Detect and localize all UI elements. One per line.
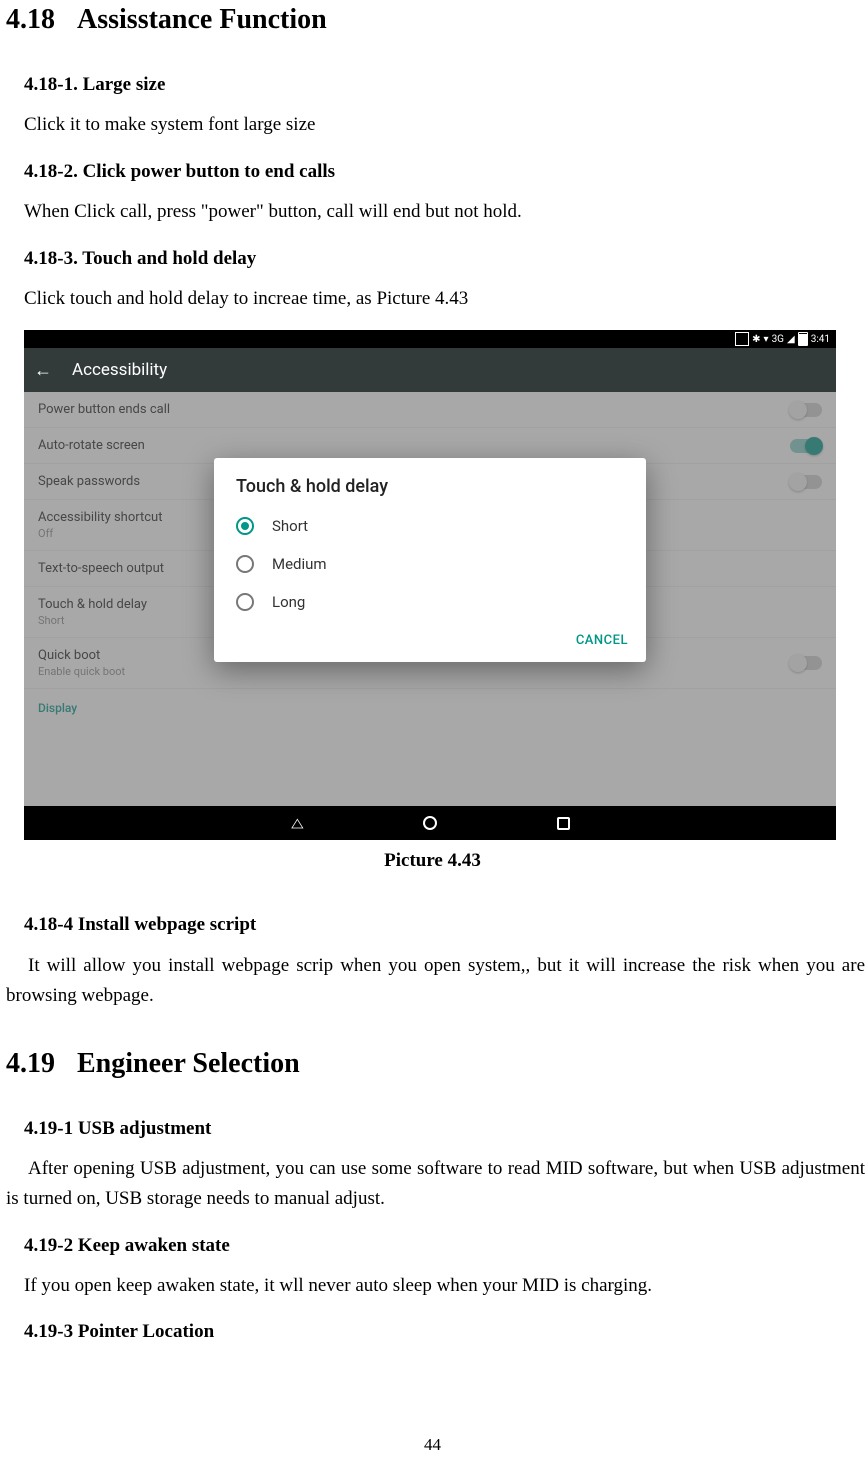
nav-recents-icon[interactable]: [557, 817, 570, 830]
section-heading-4-18: 4.18 Assisstance Function: [0, 0, 865, 60]
option-label: Short: [272, 517, 308, 535]
subheading-4-18-4: 4.18-4 Install webpage script: [0, 900, 865, 946]
row-display-category: Display: [24, 689, 836, 725]
paragraph: Click it to make system font large size: [0, 106, 865, 146]
nav-back-icon[interactable]: ▷: [287, 818, 306, 828]
row-power-button-ends-call[interactable]: Power button ends call: [24, 392, 836, 428]
wifi-icon: ▾: [764, 334, 769, 345]
nav-bar: ▷: [24, 806, 836, 840]
section-title: Assisstance Function: [77, 4, 327, 35]
subheading-4-18-1: 4.18-1. Large size: [0, 60, 865, 106]
row-label: Display: [38, 701, 77, 715]
app-bar-title: Accessibility: [72, 360, 167, 380]
radio-icon: [236, 555, 254, 573]
clock: 3:41: [811, 334, 830, 345]
row-label: Power button ends call: [38, 402, 170, 417]
row-label: Auto-rotate screen: [38, 438, 145, 453]
subheading-4-19-1: 4.19-1 USB adjustment: [0, 1104, 865, 1150]
subheading-4-18-2: 4.18-2. Click power button to end calls: [0, 147, 865, 193]
battery-icon: [798, 332, 808, 346]
paragraph: When Click call, press "power" button, c…: [0, 193, 865, 233]
back-icon[interactable]: ←: [34, 360, 52, 381]
radio-icon: [236, 593, 254, 611]
section-number: 4.18: [6, 4, 55, 35]
option-label: Long: [272, 593, 305, 611]
dialog-option-medium[interactable]: Medium: [214, 545, 646, 583]
subheading-4-19-3: 4.19-3 Pointer Location: [0, 1307, 865, 1353]
section-heading-4-19: 4.19 Engineer Selection: [0, 1044, 865, 1104]
subheading-4-19-2: 4.19-2 Keep awaken state: [0, 1221, 865, 1267]
network-label: 3G: [772, 334, 784, 345]
section-number: 4.19: [6, 1048, 55, 1079]
row-label: Accessibility shortcut: [38, 510, 162, 525]
android-screenshot: ✱ ▾ 3G ◢ 3:41 ← Accessibility Power butt…: [24, 330, 836, 840]
signal-icon: ◢: [787, 334, 795, 345]
switch-on[interactable]: [790, 439, 822, 453]
bluetooth-icon: ✱: [752, 334, 760, 345]
paragraph: It will allow you install webpage scrip …: [0, 947, 865, 1018]
paragraph: Click touch and hold delay to increae ti…: [0, 280, 865, 320]
row-sublabel: Off: [38, 527, 162, 540]
page-number: 44: [0, 1435, 865, 1455]
row-sublabel: Short: [38, 614, 147, 627]
status-bar: ✱ ▾ 3G ◢ 3:41: [24, 330, 836, 348]
option-label: Medium: [272, 555, 327, 573]
switch-off[interactable]: [790, 656, 822, 670]
row-sublabel: Enable quick boot: [38, 665, 125, 678]
section-title: Engineer Selection: [77, 1048, 300, 1079]
dialog-title: Touch & hold delay: [214, 476, 646, 507]
dialog-option-short[interactable]: Short: [214, 507, 646, 545]
app-bar: ← Accessibility: [24, 348, 836, 392]
row-label: Speak passwords: [38, 474, 140, 489]
dialog-option-long[interactable]: Long: [214, 583, 646, 621]
row-label: Text-to-speech output: [38, 561, 164, 576]
paragraph: After opening USB adjustment, you can us…: [0, 1150, 865, 1221]
figure-caption: Picture 4.43: [0, 840, 865, 900]
paragraph: If you open keep awaken state, it wll ne…: [0, 1267, 865, 1307]
switch-off[interactable]: [790, 475, 822, 489]
radio-selected-icon: [236, 517, 254, 535]
touch-hold-delay-dialog: Touch & hold delay Short Medium Long CAN…: [214, 458, 646, 662]
switch-off[interactable]: [790, 403, 822, 417]
nav-home-icon[interactable]: [423, 816, 437, 830]
subheading-4-18-3: 4.18-3. Touch and hold delay: [0, 234, 865, 280]
row-label: Quick boot: [38, 648, 100, 663]
row-label: Touch & hold delay: [38, 597, 147, 612]
cancel-button[interactable]: CANCEL: [576, 633, 628, 648]
screenshot-icon: [735, 332, 749, 346]
